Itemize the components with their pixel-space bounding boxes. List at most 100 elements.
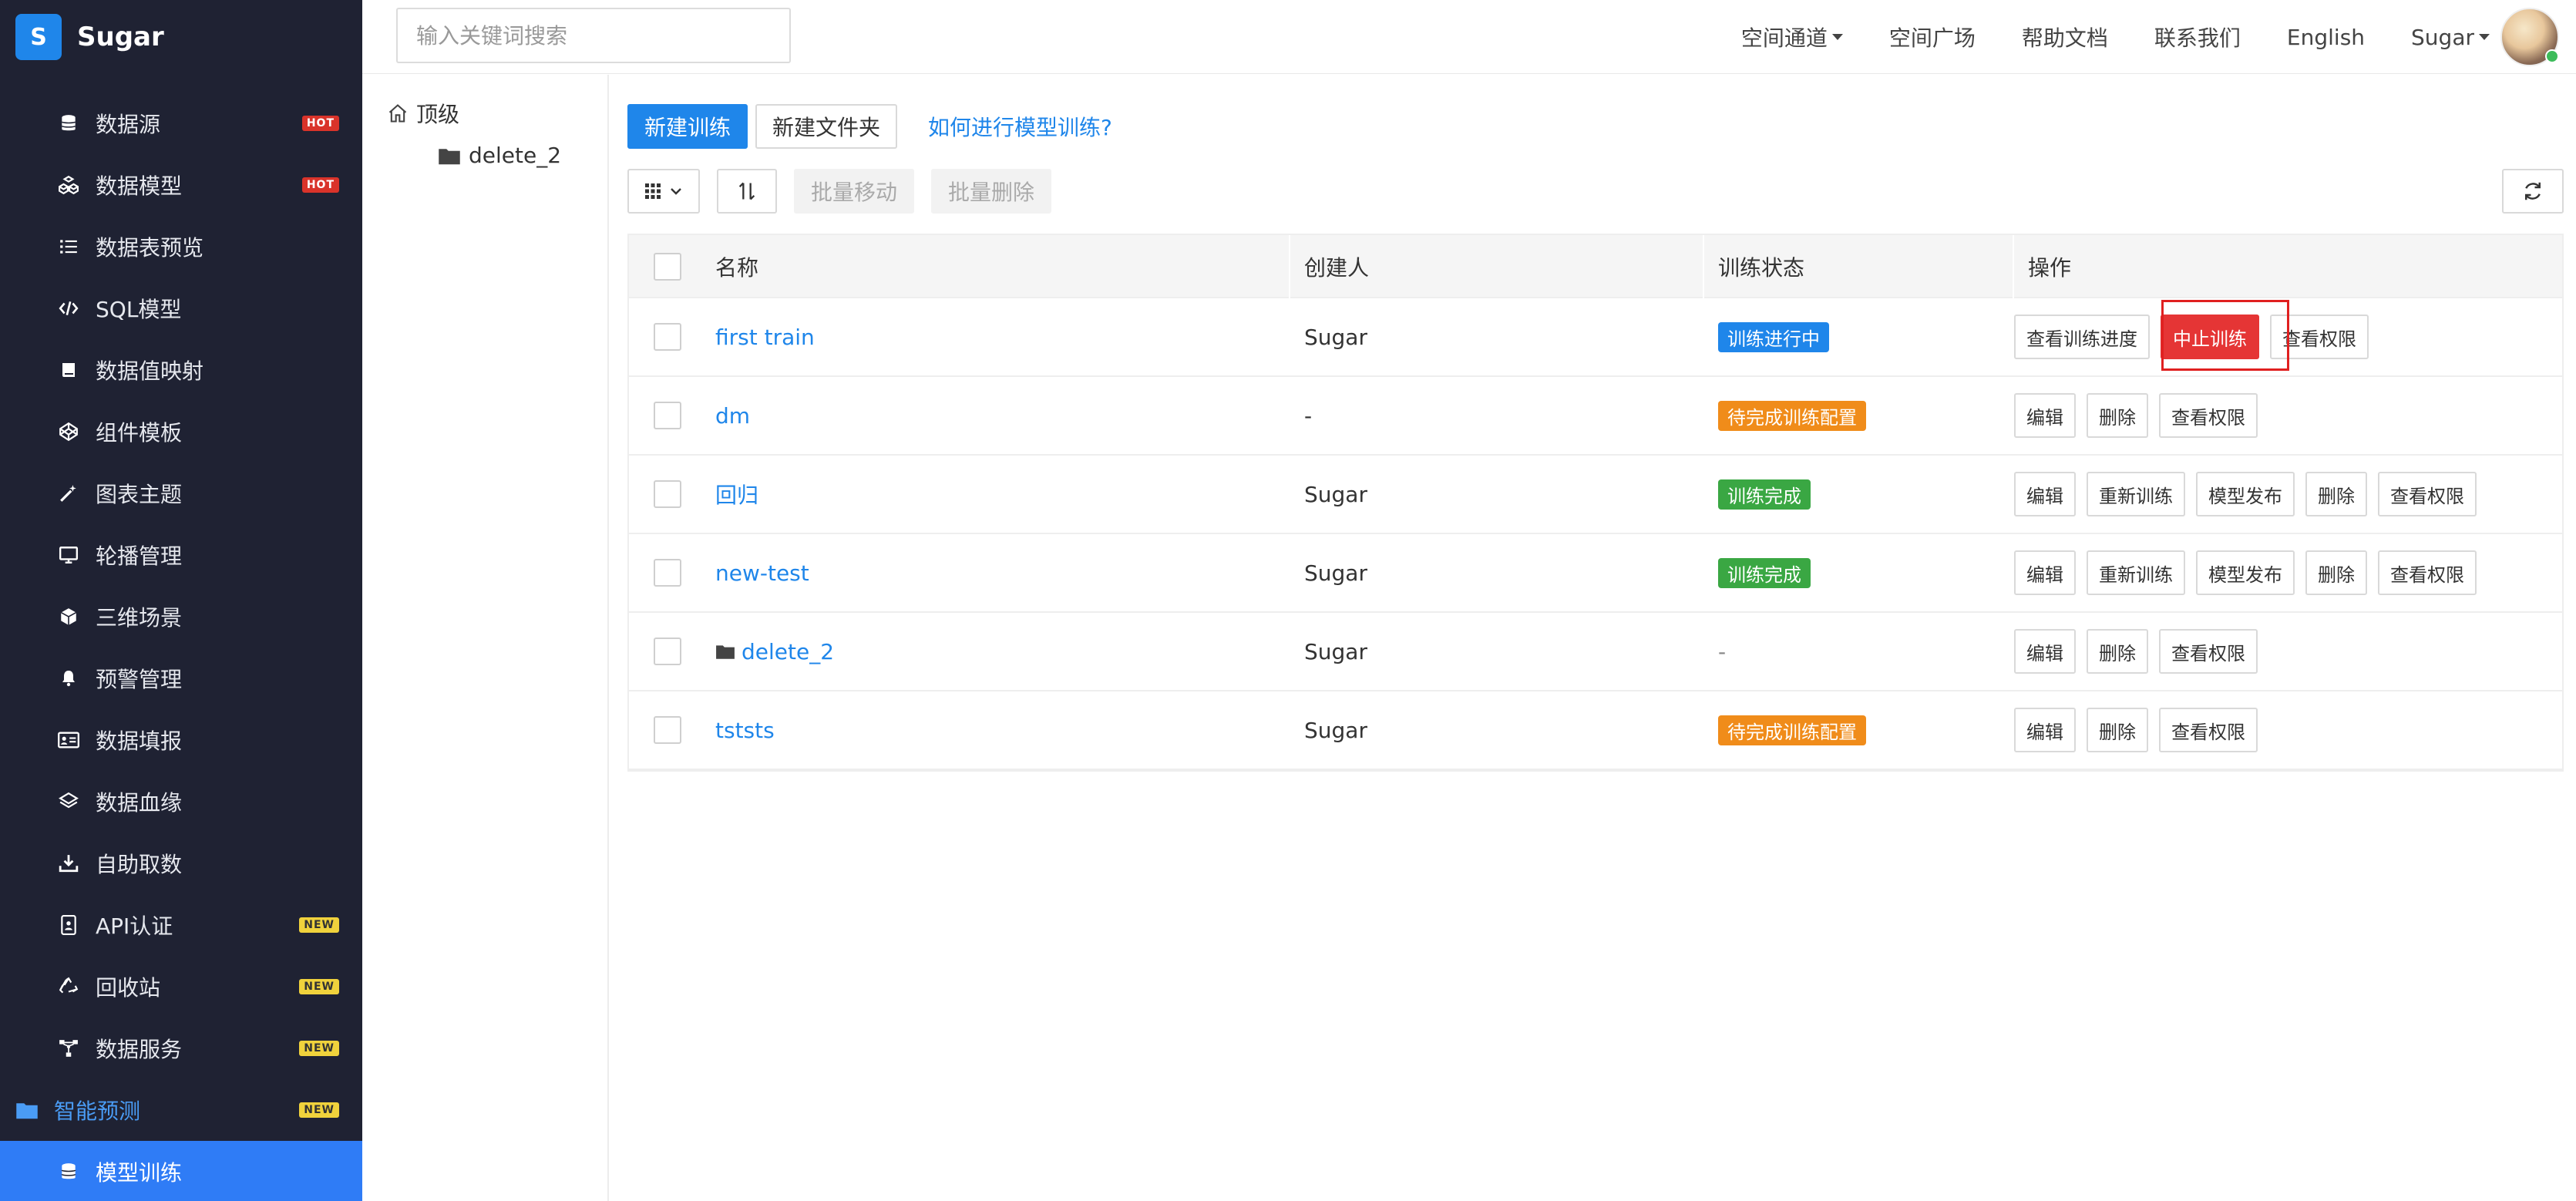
action-button[interactable]: 删除 (2087, 708, 2148, 752)
action-button[interactable]: 编辑 (2014, 708, 2076, 752)
sidebar-item-6[interactable]: 图表主题 (0, 463, 362, 524)
row-checkbox[interactable] (654, 480, 681, 508)
action-button[interactable]: 查看权限 (2378, 550, 2477, 595)
sidebar-item-10[interactable]: 数据填报 (0, 709, 362, 771)
sidebar-item-model-training[interactable]: 模型训练 (0, 1141, 362, 1201)
grid-icon (645, 183, 661, 199)
action-button[interactable]: 查看训练进度 (2014, 315, 2150, 359)
item-name-link[interactable]: dm (715, 403, 750, 429)
nav-space-channel[interactable]: 空间通道 (1741, 22, 1843, 52)
sort-button[interactable] (717, 169, 777, 214)
sidebar-group-smart-predict[interactable]: 智能预测 NEW (0, 1079, 362, 1141)
action-button[interactable]: 查看权限 (2159, 393, 2258, 438)
sidebar-item-5[interactable]: 组件模板 (0, 401, 362, 463)
cell-status: - (1718, 613, 1726, 690)
row-checkbox[interactable] (654, 402, 681, 429)
cell-actions: 编辑 删除 查看权限 (2014, 613, 2268, 690)
caret-down-icon (2479, 34, 2490, 40)
sidebar-item-2[interactable]: 数据表预览 (0, 216, 362, 278)
refresh-button[interactable] (2502, 169, 2564, 214)
sidebar-item-3[interactable]: SQL模型 (0, 278, 362, 339)
folder-tree: 顶级 delete_2 (362, 75, 609, 1201)
folder-icon (715, 643, 735, 660)
cell-status: 训练进行中 (1718, 298, 1829, 375)
action-button[interactable]: 查看权限 (2159, 708, 2258, 752)
nav-item-label: 智能预测 (54, 1098, 141, 1124)
row-checkbox[interactable] (654, 716, 681, 744)
item-name-link[interactable]: tststs (715, 718, 775, 743)
cube-icon (57, 605, 80, 628)
sidebar-item-13[interactable]: API认证 NEW (0, 894, 362, 956)
new-training-button[interactable]: 新建训练 (627, 104, 748, 149)
batch-delete-button[interactable]: 批量删除 (931, 169, 1052, 214)
item-name-link[interactable]: 回归 (715, 479, 758, 510)
action-button[interactable]: 删除 (2087, 629, 2148, 674)
brand[interactable]: S Sugar (0, 0, 362, 74)
user-name: Sugar (2411, 24, 2474, 50)
tree-root[interactable]: 顶级 (387, 98, 459, 129)
sidebar-item-12[interactable]: 自助取数 (0, 833, 362, 894)
item-name-link[interactable]: delete_2 (742, 639, 834, 664)
id-badge-icon (57, 913, 80, 937)
header-name: 名称 (715, 255, 759, 281)
nav-item-label: 数据血缘 (96, 790, 183, 816)
sidebar-item-15[interactable]: 数据服务 NEW (0, 1018, 362, 1079)
user-menu[interactable]: Sugar (2411, 25, 2490, 50)
cell-actions: 编辑 重新训练 模型发布 删除 查看权限 (2014, 534, 2487, 611)
table-header: 名称 创建人 训练状态 操作 (629, 235, 2562, 298)
action-button[interactable]: 模型发布 (2196, 550, 2295, 595)
action-button[interactable]: 查看权限 (2159, 629, 2258, 674)
cell-name: new-test (715, 534, 809, 611)
tool-bar: 批量移动 批量删除 (627, 169, 1068, 214)
nav-item-label: 组件模板 (96, 420, 183, 446)
action-button[interactable]: 查看权限 (2378, 472, 2477, 516)
cell-creator: Sugar (1304, 560, 1367, 586)
action-button[interactable]: 模型发布 (2196, 472, 2295, 516)
nav-item-label: 数据表预览 (96, 235, 204, 261)
layers-icon (57, 790, 80, 813)
action-button[interactable]: 删除 (2305, 472, 2367, 516)
nav-space-square[interactable]: 空间广场 (1889, 22, 1976, 52)
sidebar-item-11[interactable]: 数据血缘 (0, 771, 362, 833)
sort-icon (738, 182, 755, 200)
folder-icon (438, 146, 461, 166)
cell-status: 待完成训练配置 (1718, 691, 1866, 769)
sidebar-item-9[interactable]: 预警管理 (0, 648, 362, 709)
code-icon (57, 297, 80, 320)
sidebar-item-1[interactable]: 数据模型 HOT (0, 154, 362, 216)
new-folder-button[interactable]: 新建文件夹 (755, 104, 898, 149)
action-button[interactable]: 编辑 (2014, 629, 2076, 674)
nav-item-label: 数据源 (96, 112, 161, 137)
help-link[interactable]: 如何进行模型训练? (928, 111, 1112, 142)
item-name-link[interactable]: first train (715, 325, 815, 350)
table-row: delete_2 Sugar - 编辑 删除 查看权限 (629, 613, 2562, 691)
bell-icon (57, 667, 80, 690)
nav-contact-us[interactable]: 联系我们 (2154, 22, 2241, 52)
action-button[interactable]: 编辑 (2014, 393, 2076, 438)
view-mode-dropdown[interactable] (627, 169, 700, 214)
search-input[interactable] (396, 8, 791, 63)
nav-language[interactable]: English (2287, 25, 2365, 50)
batch-move-button[interactable]: 批量移动 (794, 169, 915, 214)
sidebar-item-8[interactable]: 三维场景 (0, 586, 362, 648)
sidebar-item-14[interactable]: 回收站 NEW (0, 956, 362, 1018)
row-checkbox[interactable] (654, 638, 681, 665)
database-icon (57, 1160, 80, 1183)
action-button[interactable]: 重新训练 (2087, 472, 2185, 516)
select-all-checkbox[interactable] (654, 253, 681, 281)
action-button[interactable]: 重新训练 (2087, 550, 2185, 595)
sidebar-item-7[interactable]: 轮播管理 (0, 524, 362, 586)
item-name-link[interactable]: new-test (715, 560, 809, 586)
action-button[interactable]: 删除 (2305, 550, 2367, 595)
tree-folder[interactable]: delete_2 (438, 143, 561, 168)
action-button[interactable]: 编辑 (2014, 550, 2076, 595)
avatar[interactable] (2500, 8, 2559, 66)
book-icon (57, 358, 80, 382)
action-button[interactable]: 编辑 (2014, 472, 2076, 516)
row-checkbox[interactable] (654, 323, 681, 351)
nav-help-docs[interactable]: 帮助文档 (2022, 22, 2108, 52)
row-checkbox[interactable] (654, 559, 681, 587)
action-button[interactable]: 删除 (2087, 393, 2148, 438)
sidebar-item-4[interactable]: 数据值映射 (0, 339, 362, 401)
sidebar-item-0[interactable]: 数据源 HOT (0, 93, 362, 154)
